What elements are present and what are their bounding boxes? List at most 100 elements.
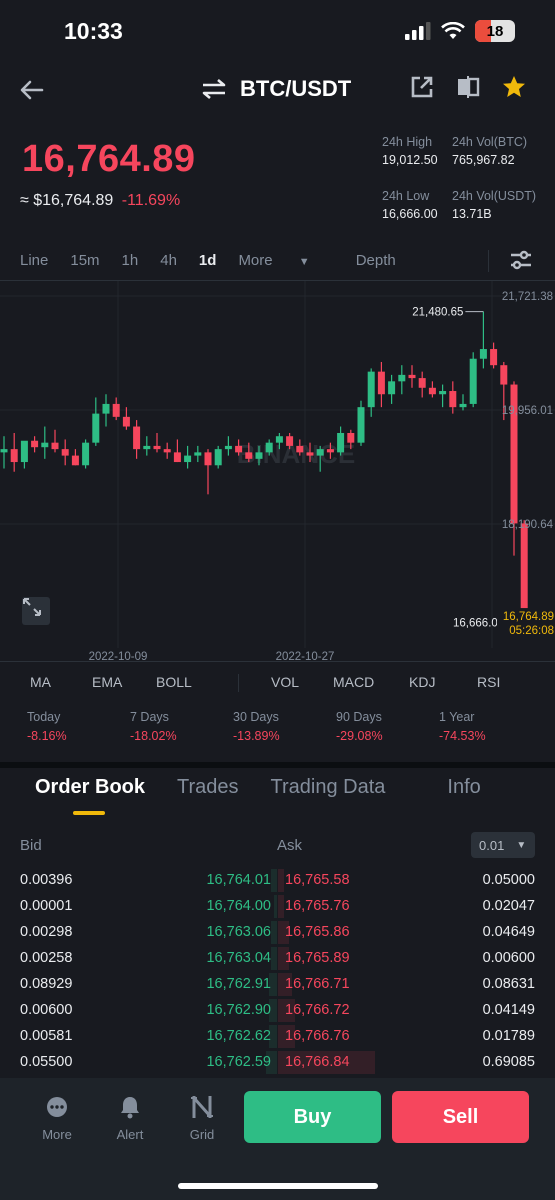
perf-value: -8.16% xyxy=(27,729,67,743)
fullscreen-button[interactable] xyxy=(22,597,50,625)
bid-price: 16,762.90 xyxy=(206,1002,271,1018)
share-icon[interactable] xyxy=(409,74,435,100)
pair-selector[interactable]: BTC/USDT xyxy=(200,76,351,102)
chart-settings-icon[interactable] xyxy=(509,248,533,272)
interval-1h[interactable]: 1h xyxy=(122,252,139,269)
y-tick-label: 21,721.38 xyxy=(502,291,553,303)
candle-body xyxy=(224,445,232,450)
candle-countdown: 05:26:08 xyxy=(509,625,554,637)
battery-icon: 18 xyxy=(475,20,515,42)
bid-qty: 0.00581 xyxy=(20,1028,73,1044)
orderbook-row[interactable]: 0.05500 16,762.59 16,766.84 0.69085 xyxy=(0,1050,555,1076)
indicator-kdj[interactable]: KDJ xyxy=(409,674,477,692)
y-tick-label: 18,190.64 xyxy=(502,519,554,531)
interval-4h[interactable]: 4h xyxy=(160,252,177,269)
orderbook-row[interactable]: 0.00581 16,762.62 16,766.76 0.01789 xyxy=(0,1024,555,1050)
bid-price: 16,764.01 xyxy=(206,872,271,888)
vol-btc-value: 765,967.82 xyxy=(452,153,515,167)
indicator-ma[interactable]: MA xyxy=(30,674,92,692)
orderbook-row[interactable]: 0.00298 16,763.06 16,765.86 0.04649 xyxy=(0,920,555,946)
indicator-ema[interactable]: EMA xyxy=(92,674,156,692)
nav-alert[interactable]: Alert xyxy=(100,1093,160,1142)
candle-body xyxy=(500,365,508,385)
candle-body xyxy=(316,449,324,456)
orderbook-row[interactable]: 0.08929 16,762.91 16,766.71 0.08631 xyxy=(0,972,555,998)
candle-body xyxy=(10,449,18,463)
indicator-bar: MA EMA BOLL VOL MACD KDJ RSI xyxy=(30,674,500,692)
back-arrow-icon[interactable] xyxy=(16,74,48,106)
status-icons: 18 xyxy=(405,20,515,42)
indicator-rsi[interactable]: RSI xyxy=(477,674,500,692)
ask-price: 16,765.86 xyxy=(285,924,350,940)
candle-body xyxy=(20,440,28,463)
tab-trading-data[interactable]: Trading Data xyxy=(271,776,386,799)
usd-price: ≈ $16,764.89 xyxy=(20,192,114,209)
orderbook-row[interactable]: 0.00396 16,764.01 16,765.58 0.05000 xyxy=(0,868,555,894)
candle-body xyxy=(235,445,243,453)
orderbook-row[interactable]: 0.00001 16,764.00 16,765.76 0.02047 xyxy=(0,894,555,920)
bid-depth-bar xyxy=(274,895,277,918)
candle-body xyxy=(41,442,49,448)
ask-qty: 0.08631 xyxy=(482,976,535,992)
indicator-boll[interactable]: BOLL xyxy=(156,674,238,692)
candle-body xyxy=(459,403,467,408)
perf-30d: 30 Days -13.89% xyxy=(233,710,280,743)
candle-body xyxy=(439,391,447,395)
interval-line[interactable]: Line xyxy=(20,252,48,269)
candle-body xyxy=(367,371,375,408)
perf-label: Today xyxy=(27,710,61,724)
interval-more[interactable]: More ▼ xyxy=(238,252,331,269)
candle-body xyxy=(214,449,222,466)
ask-qty: 0.69085 xyxy=(482,1054,535,1070)
sell-button[interactable]: Sell xyxy=(392,1091,529,1143)
indicator-vol[interactable]: VOL xyxy=(271,674,333,692)
tab-order-book[interactable]: Order Book xyxy=(35,776,145,799)
home-indicator[interactable] xyxy=(178,1183,378,1189)
perf-label: 7 Days xyxy=(130,710,169,724)
candle-body xyxy=(102,403,110,414)
ask-price: 16,766.71 xyxy=(285,976,350,992)
nav-grid[interactable]: Grid xyxy=(172,1093,232,1142)
ask-price: 16,766.84 xyxy=(285,1054,350,1070)
expand-icon xyxy=(23,598,41,616)
ask-header: Ask xyxy=(277,837,303,854)
ask-qty: 0.04149 xyxy=(482,1002,535,1018)
tab-info[interactable]: Info xyxy=(447,776,480,799)
candle-body xyxy=(296,445,304,453)
candle-body xyxy=(143,445,151,450)
nav-more[interactable]: More xyxy=(27,1093,87,1142)
ask-qty: 0.01789 xyxy=(482,1028,535,1044)
candle-body xyxy=(0,449,8,453)
candle-body xyxy=(449,391,457,408)
candle-body xyxy=(469,358,477,404)
buy-button[interactable]: Buy xyxy=(244,1091,381,1143)
orderbook-row[interactable]: 0.00258 16,763.04 16,765.89 0.00600 xyxy=(0,946,555,972)
candle-body xyxy=(133,426,141,450)
current-price-label: 16,764.89 xyxy=(503,611,554,623)
candlestick-chart: BINANCE 21,721.3819,956.0118,190.642022-… xyxy=(0,281,555,663)
star-icon[interactable] xyxy=(501,74,527,100)
header-actions xyxy=(409,74,527,100)
candle-body xyxy=(479,349,487,359)
bell-icon xyxy=(121,1097,139,1119)
perf-value: -13.89% xyxy=(233,729,280,743)
vol-usdt-label: 24h Vol(USDT) xyxy=(452,189,537,203)
candle-body xyxy=(194,452,202,456)
bid-price: 16,762.62 xyxy=(206,1028,271,1044)
candle-body xyxy=(275,436,283,443)
layout-icon[interactable] xyxy=(455,74,481,100)
candle-body xyxy=(418,378,426,388)
candle-body xyxy=(408,374,416,379)
bid-qty: 0.08929 xyxy=(20,976,73,992)
precision-select[interactable]: 0.01 ▼ xyxy=(471,832,535,858)
perf-today: Today -8.16% xyxy=(27,710,67,743)
orderbook-row[interactable]: 0.00600 16,762.90 16,766.72 0.04149 xyxy=(0,998,555,1024)
interval-15m[interactable]: 15m xyxy=(70,252,99,269)
interval-depth[interactable]: Depth xyxy=(356,252,396,269)
price-chart[interactable]: BINANCE 21,721.38 19,956.01 18,190.64 2022-… xyxy=(0,280,555,663)
indicator-macd[interactable]: MACD xyxy=(333,674,409,692)
interval-1d[interactable]: 1d xyxy=(199,252,217,269)
tab-trades[interactable]: Trades xyxy=(177,776,239,799)
ask-depth-bar xyxy=(278,895,284,918)
ask-qty: 0.04649 xyxy=(482,924,535,940)
